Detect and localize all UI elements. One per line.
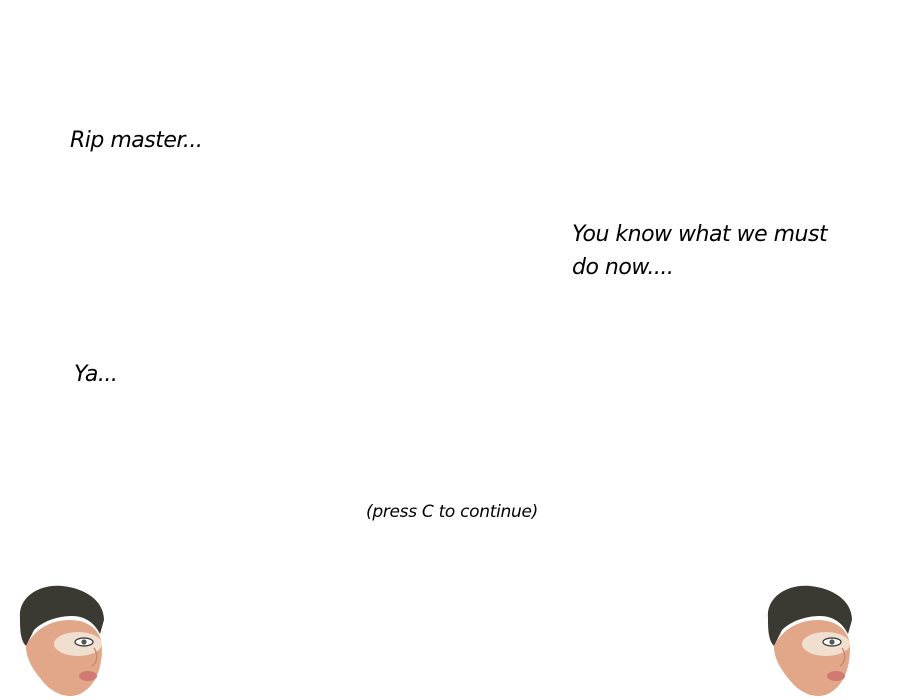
dialogue-line-speaker-1: Rip master... xyxy=(70,128,203,153)
dialogue-line-speaker-1-reply: Ya... xyxy=(74,362,118,387)
cutscene-screen[interactable]: Rip master... You know what we must do n… xyxy=(0,0,900,700)
dialogue-line-speaker-2: You know what we must do now.... xyxy=(572,222,834,280)
continue-prompt: (press C to continue) xyxy=(366,502,538,522)
character-face-icon xyxy=(19,585,105,697)
character-face-icon xyxy=(767,585,852,697)
